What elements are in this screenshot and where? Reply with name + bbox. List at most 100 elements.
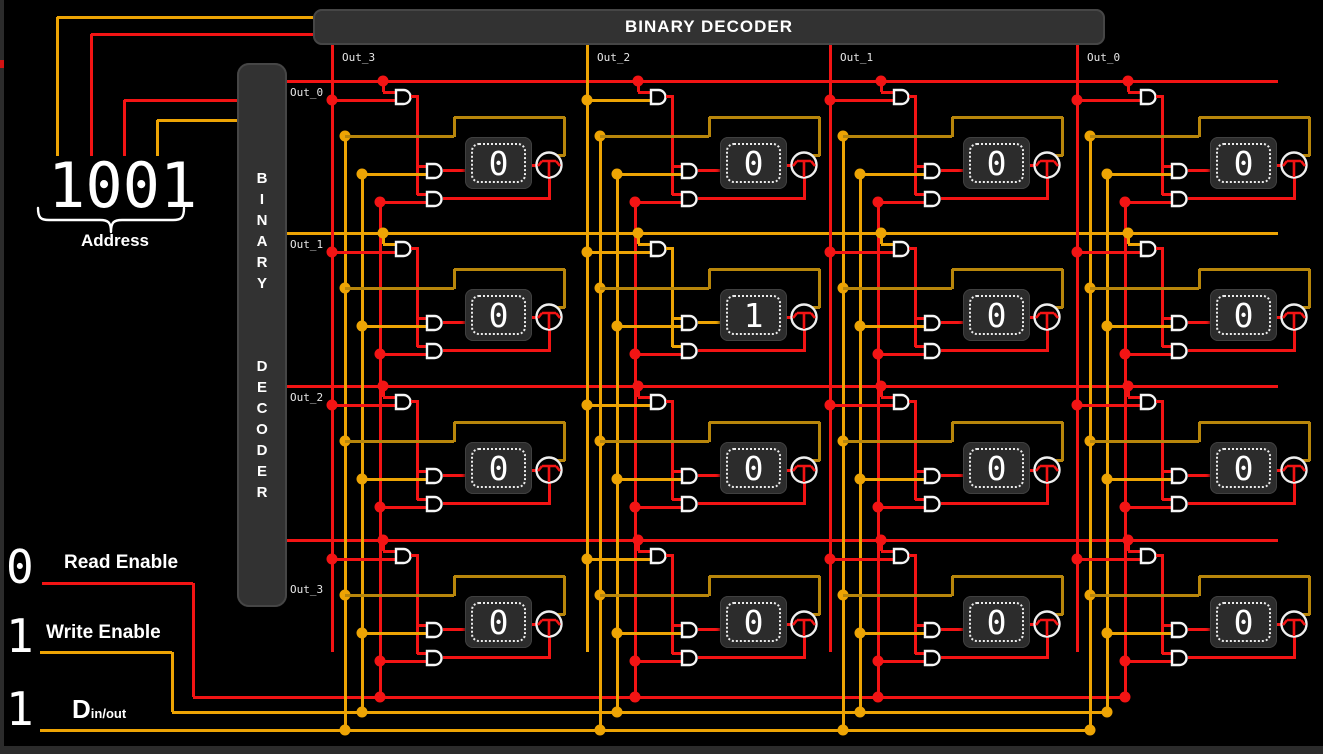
cell-write-wire [941, 169, 965, 172]
data-io-label-main: D [72, 694, 91, 724]
cell-read-wire [698, 656, 806, 659]
cell-loop-wire [345, 287, 454, 290]
transistor-icon[interactable] [1279, 455, 1309, 485]
read-and-gate[interactable] [680, 190, 700, 208]
write-and-gate[interactable] [425, 621, 445, 639]
write-and-gate[interactable] [1170, 467, 1190, 485]
left-binary-decoder[interactable]: BINARYDECODER [237, 63, 287, 607]
read-and-gate[interactable] [923, 342, 943, 360]
write-and-gate[interactable] [923, 621, 943, 639]
cell-write-wire [617, 632, 682, 635]
memory-cell-display[interactable]: 0 [1210, 137, 1277, 189]
write-and-gate[interactable] [1170, 162, 1190, 180]
read-enable-input-value[interactable]: 0 [6, 547, 34, 587]
memory-cell-display[interactable]: 0 [465, 596, 532, 648]
circuit-canvas: BINARY DECODER BINARYDECODER 1001 Addres… [0, 0, 1323, 754]
read-and-gate[interactable] [1170, 495, 1190, 513]
write-and-gate[interactable] [680, 314, 700, 332]
memory-cell-display[interactable]: 0 [465, 442, 532, 494]
transistor-icon[interactable] [534, 302, 564, 332]
read-and-gate[interactable] [1170, 649, 1190, 667]
memory-cell-display[interactable]: 0 [963, 442, 1030, 494]
transistor-icon[interactable] [1032, 150, 1062, 180]
write-and-gate[interactable] [923, 162, 943, 180]
cell-loop-wire [454, 575, 565, 578]
write-and-gate[interactable] [680, 162, 700, 180]
cell-write-wire [617, 325, 682, 328]
column-label-Out_2: Out_2 [597, 51, 630, 64]
read-column-wire [379, 202, 382, 697]
transistor-icon[interactable] [534, 455, 564, 485]
data-io-bus [40, 729, 1088, 732]
read-and-gate[interactable] [680, 649, 700, 667]
write-and-gate[interactable] [923, 314, 943, 332]
transistor-icon[interactable] [789, 302, 819, 332]
transistor-icon[interactable] [789, 609, 819, 639]
memory-cell-display[interactable]: 0 [465, 137, 532, 189]
transistor-icon[interactable] [1279, 302, 1309, 332]
cell-loop-wire [453, 117, 456, 137]
row-label-Out_3: Out_3 [290, 583, 323, 596]
memory-cell-display[interactable]: 0 [1210, 442, 1277, 494]
write-and-gate[interactable] [680, 621, 700, 639]
read-and-gate[interactable] [425, 495, 445, 513]
read-and-gate[interactable] [425, 190, 445, 208]
memory-cell-display[interactable]: 1 [720, 289, 787, 341]
write-and-gate[interactable] [1170, 621, 1190, 639]
write-and-gate[interactable] [1170, 314, 1190, 332]
cell-loop-wire [1199, 116, 1310, 119]
transistor-icon[interactable] [1032, 455, 1062, 485]
cell-read-wire [380, 660, 427, 663]
data-input-value[interactable]: 1 [6, 689, 34, 729]
memory-cell-display[interactable]: 0 [1210, 596, 1277, 648]
cell-loop-wire [708, 269, 711, 289]
cell-read-wire [635, 201, 682, 204]
transistor-icon[interactable] [789, 455, 819, 485]
read-and-gate[interactable] [923, 649, 943, 667]
memory-cell-display[interactable]: 0 [963, 137, 1030, 189]
read-and-gate[interactable] [1170, 342, 1190, 360]
write-and-gate[interactable] [425, 314, 445, 332]
transistor-icon[interactable] [1032, 302, 1062, 332]
cell-read-wire [941, 502, 1049, 505]
top-binary-decoder[interactable]: BINARY DECODER [313, 9, 1105, 45]
read-and-gate[interactable] [923, 495, 943, 513]
left-decoder-letter: Y [257, 273, 267, 294]
read-and-gate[interactable] [1170, 190, 1190, 208]
cell-loop-wire [951, 117, 954, 137]
read-and-gate[interactable] [680, 495, 700, 513]
transistor-icon[interactable] [1279, 609, 1309, 639]
cell-write-wire [1188, 169, 1212, 172]
memory-cell-display[interactable]: 0 [1210, 289, 1277, 341]
memory-cell-display[interactable]: 0 [720, 442, 787, 494]
transistor-icon[interactable] [534, 609, 564, 639]
cell-read-wire [698, 197, 806, 200]
memory-cell-display[interactable]: 0 [720, 137, 787, 189]
memory-cell-display[interactable]: 0 [720, 596, 787, 648]
write-and-gate[interactable] [425, 467, 445, 485]
junction-dot [612, 707, 623, 718]
write-and-gate[interactable] [680, 467, 700, 485]
junction-dot [873, 692, 884, 703]
transistor-icon[interactable] [1032, 609, 1062, 639]
memory-cell-display[interactable]: 0 [963, 289, 1030, 341]
cell-loop-wire [709, 421, 820, 424]
write-and-gate[interactable] [425, 162, 445, 180]
write-enable-input-value[interactable]: 1 [6, 616, 34, 656]
cell-loop-wire [600, 440, 709, 443]
memory-cell-display[interactable]: 0 [963, 596, 1030, 648]
cell-write-wire [860, 325, 925, 328]
read-and-gate[interactable] [425, 342, 445, 360]
cell-loop-wire [454, 116, 565, 119]
read-and-gate[interactable] [680, 342, 700, 360]
transistor-icon[interactable] [789, 150, 819, 180]
write-and-gate[interactable] [923, 467, 943, 485]
memory-cell-display[interactable]: 0 [465, 289, 532, 341]
cell-write-wire [443, 474, 467, 477]
transistor-icon[interactable] [1279, 150, 1309, 180]
write-enable-wire [171, 652, 174, 712]
read-and-gate[interactable] [425, 649, 445, 667]
cell-write-wire [698, 628, 722, 631]
read-and-gate[interactable] [923, 190, 943, 208]
transistor-icon[interactable] [534, 150, 564, 180]
